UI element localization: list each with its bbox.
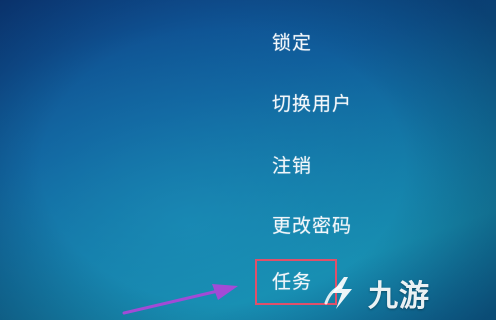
menu-item-change-password[interactable]: 更改密码 [272,214,352,238]
menu-item-switch-user[interactable]: 切换用户 [272,92,352,116]
menu-item-lock[interactable]: 锁定 [272,31,312,55]
watermark: 九游 [322,268,492,318]
annotation-arrow-icon [122,284,238,315]
menu-item-sign-out[interactable]: 注销 [272,154,312,178]
jiuyou-logo-icon [324,277,352,309]
watermark-text: 九游 [368,279,430,314]
